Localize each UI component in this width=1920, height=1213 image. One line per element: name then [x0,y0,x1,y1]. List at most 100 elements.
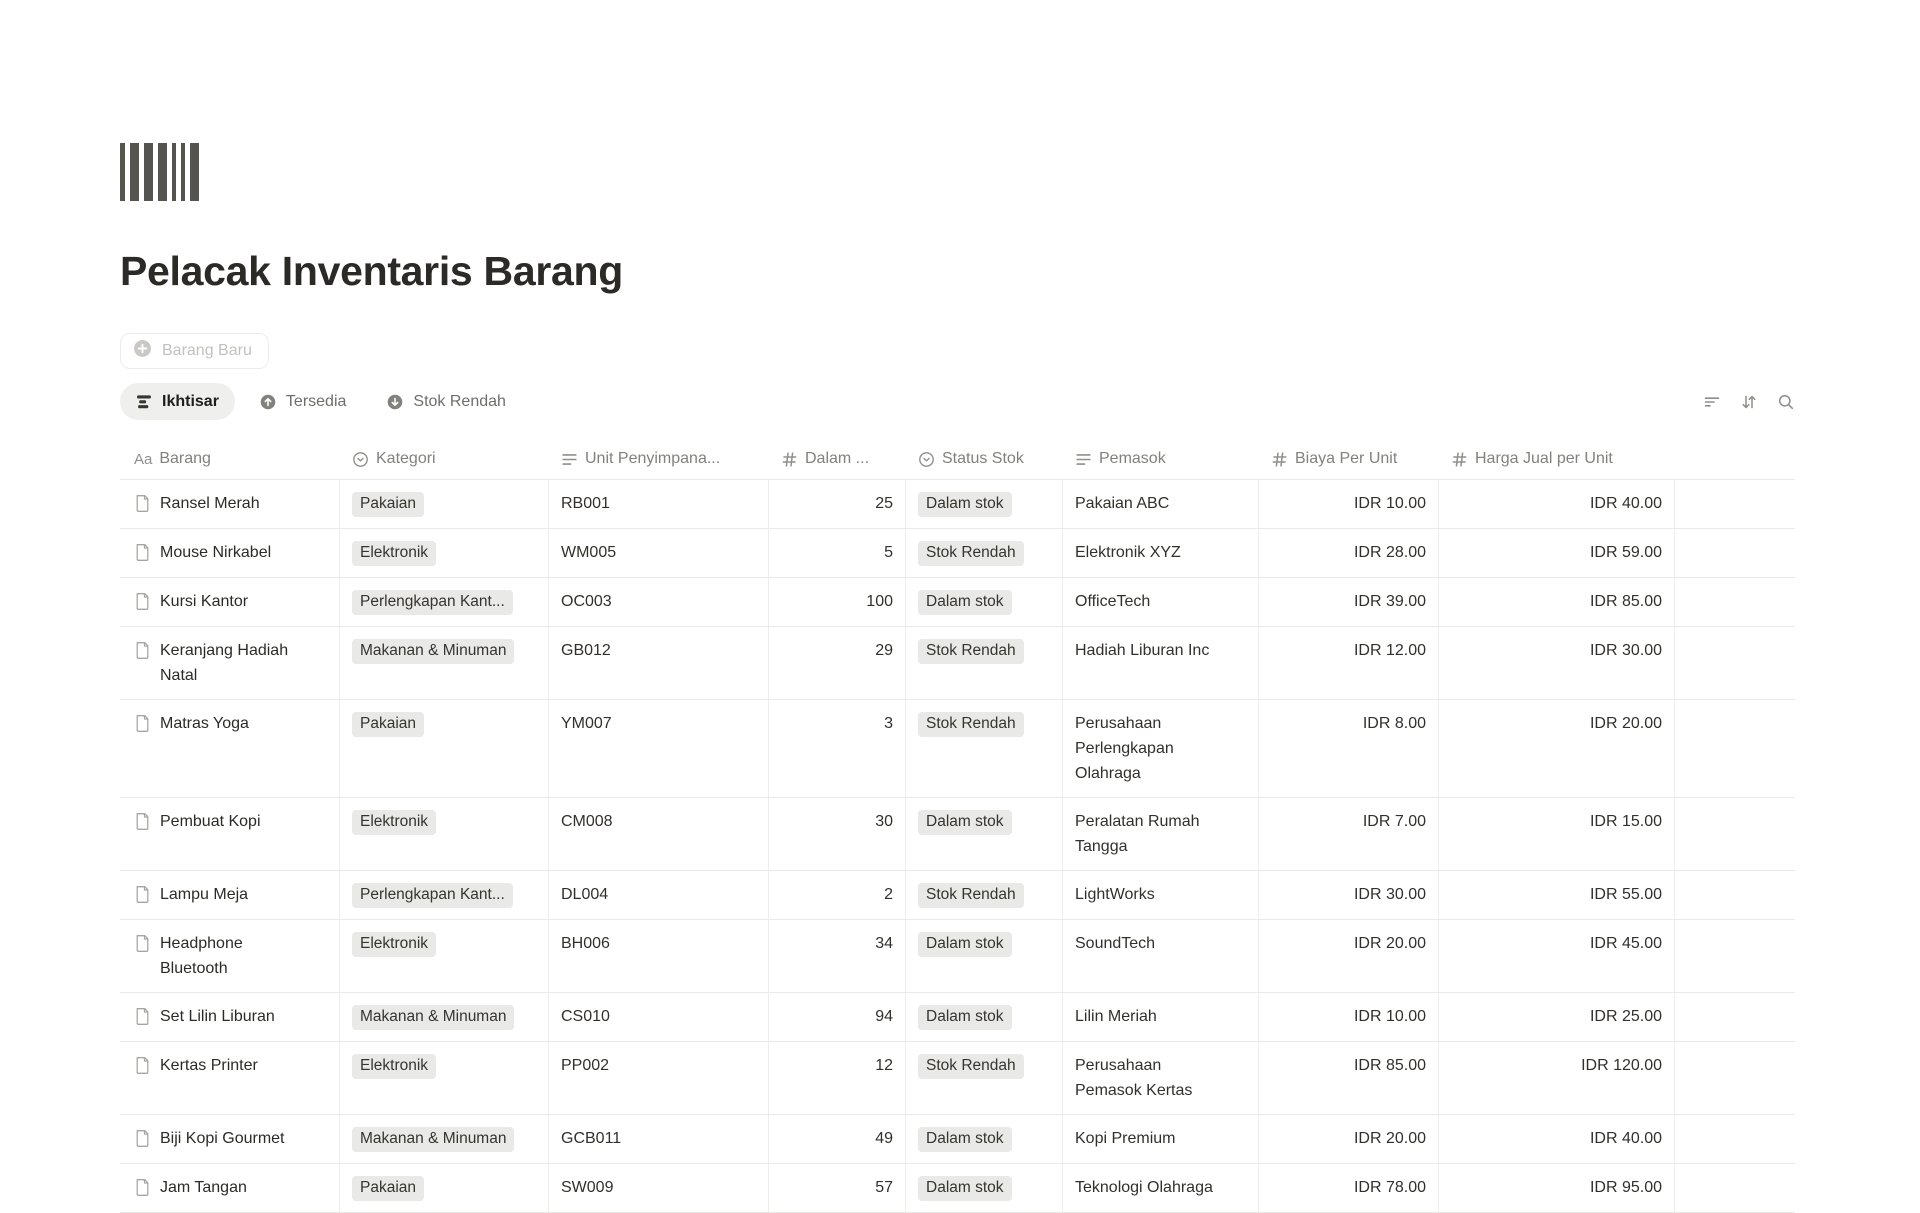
item-name-cell[interactable]: Keranjang Hadiah Natal [120,627,340,700]
table-row[interactable]: Pembuat KopiElektronikCM00830Dalam stokP… [120,798,1795,871]
table-row[interactable]: Ransel MerahPakaianRB00125Dalam stokPaka… [120,480,1795,529]
category-cell[interactable]: Makanan & Minuman [340,627,549,700]
category-cell[interactable]: Makanan & Minuman [340,993,549,1042]
supplier-cell[interactable]: Elektronik XYZ [1063,529,1259,578]
cost-cell[interactable]: IDR 39.00 [1259,578,1439,627]
cost-cell[interactable]: IDR 7.00 [1259,798,1439,871]
column-header-status-stok[interactable]: Status Stok [906,439,1063,479]
item-name-cell[interactable]: Pembuat Kopi [120,798,340,871]
supplier-cell[interactable]: Pakaian ABC [1063,480,1259,529]
table-row[interactable]: Matras YogaPakaianYM0073Stok RendahPerus… [120,700,1795,798]
cost-cell[interactable]: IDR 85.00 [1259,1042,1439,1115]
price-cell[interactable]: IDR 30.00 [1439,627,1675,700]
supplier-cell[interactable]: OfficeTech [1063,578,1259,627]
sku-cell[interactable]: YM007 [549,700,769,798]
cost-cell[interactable]: IDR 78.00 [1259,1164,1439,1213]
column-header-unit-penyimpanan[interactable]: Unit Penyimpana... [549,439,769,479]
supplier-cell[interactable]: Perusahaan Pemasok Kertas [1063,1042,1259,1115]
category-cell[interactable]: Elektronik [340,1042,549,1115]
status-cell[interactable]: Dalam stok [906,1164,1063,1213]
search-icon[interactable] [1777,393,1795,411]
table-row[interactable]: Headphone BluetoothElektronikBH00634Dala… [120,920,1795,993]
tab-stok-rendah[interactable]: Stok Rendah [370,383,522,420]
quantity-cell[interactable]: 29 [769,627,906,700]
price-cell[interactable]: IDR 59.00 [1439,529,1675,578]
price-cell[interactable]: IDR 20.00 [1439,700,1675,798]
item-name-cell[interactable]: Mouse Nirkabel [120,529,340,578]
sku-cell[interactable]: PP002 [549,1042,769,1115]
sku-cell[interactable]: GB012 [549,627,769,700]
page-title[interactable]: Pelacak Inventaris Barang [120,246,1920,297]
status-cell[interactable]: Stok Rendah [906,627,1063,700]
price-cell[interactable]: IDR 40.00 [1439,480,1675,529]
status-cell[interactable]: Dalam stok [906,993,1063,1042]
column-header-dalam-stok[interactable]: Dalam ... [769,439,906,479]
sku-cell[interactable]: CS010 [549,993,769,1042]
cost-cell[interactable]: IDR 28.00 [1259,529,1439,578]
barcode-icon[interactable] [120,143,1920,206]
cost-cell[interactable]: IDR 10.00 [1259,480,1439,529]
supplier-cell[interactable]: SoundTech [1063,920,1259,993]
supplier-cell[interactable]: Kopi Premium [1063,1115,1259,1164]
table-row[interactable]: Mouse NirkabelElektronikWM0055Stok Renda… [120,529,1795,578]
quantity-cell[interactable]: 3 [769,700,906,798]
column-header-barang[interactable]: AaBarang [120,439,340,479]
category-cell[interactable]: Perlengkapan Kant... [340,871,549,920]
category-cell[interactable]: Elektronik [340,798,549,871]
table-row[interactable]: Lampu MejaPerlengkapan Kant...DL0042Stok… [120,871,1795,920]
category-cell[interactable]: Makanan & Minuman [340,1115,549,1164]
item-name-cell[interactable]: Headphone Bluetooth [120,920,340,993]
sku-cell[interactable]: CM008 [549,798,769,871]
tab-tersedia[interactable]: Tersedia [243,383,362,420]
table-row[interactable]: Set Lilin LiburanMakanan & MinumanCS0109… [120,993,1795,1042]
quantity-cell[interactable]: 12 [769,1042,906,1115]
table-row[interactable]: Kursi KantorPerlengkapan Kant...OC003100… [120,578,1795,627]
quantity-cell[interactable]: 100 [769,578,906,627]
status-cell[interactable]: Stok Rendah [906,871,1063,920]
quantity-cell[interactable]: 25 [769,480,906,529]
column-header-biaya-per-unit[interactable]: Biaya Per Unit [1259,439,1439,479]
supplier-cell[interactable]: Teknologi Olahraga [1063,1164,1259,1213]
price-cell[interactable]: IDR 95.00 [1439,1164,1675,1213]
table-row[interactable]: Jam TanganPakaianSW00957Dalam stokTeknol… [120,1164,1795,1213]
item-name-cell[interactable]: Kursi Kantor [120,578,340,627]
quantity-cell[interactable]: 57 [769,1164,906,1213]
supplier-cell[interactable]: LightWorks [1063,871,1259,920]
category-cell[interactable]: Perlengkapan Kant... [340,578,549,627]
sku-cell[interactable]: WM005 [549,529,769,578]
status-cell[interactable]: Dalam stok [906,920,1063,993]
item-name-cell[interactable]: Set Lilin Liburan [120,993,340,1042]
supplier-cell[interactable]: Hadiah Liburan Inc [1063,627,1259,700]
quantity-cell[interactable]: 2 [769,871,906,920]
price-cell[interactable]: IDR 120.00 [1439,1042,1675,1115]
sku-cell[interactable]: OC003 [549,578,769,627]
cost-cell[interactable]: IDR 10.00 [1259,993,1439,1042]
cost-cell[interactable]: IDR 12.00 [1259,627,1439,700]
category-cell[interactable]: Pakaian [340,700,549,798]
table-row[interactable]: Keranjang Hadiah NatalMakanan & MinumanG… [120,627,1795,700]
quantity-cell[interactable]: 5 [769,529,906,578]
price-cell[interactable]: IDR 85.00 [1439,578,1675,627]
price-cell[interactable]: IDR 45.00 [1439,920,1675,993]
quantity-cell[interactable]: 34 [769,920,906,993]
filter-icon[interactable] [1703,393,1721,411]
sku-cell[interactable]: DL004 [549,871,769,920]
item-name-cell[interactable]: Biji Kopi Gourmet [120,1115,340,1164]
cost-cell[interactable]: IDR 8.00 [1259,700,1439,798]
sku-cell[interactable]: SW009 [549,1164,769,1213]
item-name-cell[interactable]: Jam Tangan [120,1164,340,1213]
status-cell[interactable]: Stok Rendah [906,700,1063,798]
new-item-button[interactable]: Barang Baru [120,333,269,369]
item-name-cell[interactable]: Matras Yoga [120,700,340,798]
category-cell[interactable]: Elektronik [340,529,549,578]
column-header-pemasok[interactable]: Pemasok [1063,439,1259,479]
price-cell[interactable]: IDR 25.00 [1439,993,1675,1042]
supplier-cell[interactable]: Perusahaan Perlengkapan Olahraga [1063,700,1259,798]
cost-cell[interactable]: IDR 20.00 [1259,1115,1439,1164]
supplier-cell[interactable]: Lilin Meriah [1063,993,1259,1042]
tab-ikhtisar[interactable]: Ikhtisar [120,383,235,420]
category-cell[interactable]: Elektronik [340,920,549,993]
status-cell[interactable]: Dalam stok [906,1115,1063,1164]
quantity-cell[interactable]: 30 [769,798,906,871]
sku-cell[interactable]: BH006 [549,920,769,993]
